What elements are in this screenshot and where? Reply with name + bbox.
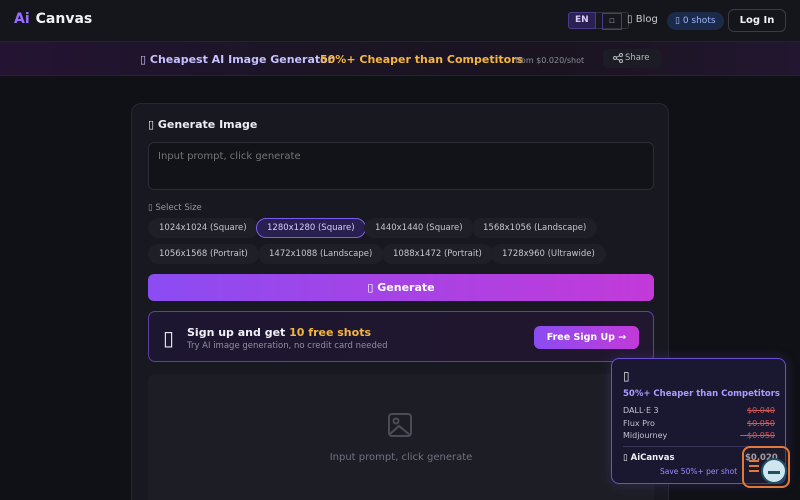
image-preview-area: Input prompt, click generate (148, 374, 654, 500)
signup-title-prefix: Sign up and get (187, 326, 286, 339)
fire-icon: ▯ (140, 53, 147, 66)
generator-title-text: Generate Image (157, 118, 258, 131)
lang-option-other[interactable]: ▫ (595, 12, 629, 30)
chat-bubble-icon (761, 458, 787, 484)
sparkle-icon: ▯ (148, 118, 155, 131)
signup-subtitle: Try AI image generation, no credit card … (187, 341, 388, 351)
free-signup-button[interactable]: Free Sign Up → (534, 326, 639, 349)
competitor-row: Midjourney ~$0.050 (623, 431, 775, 440)
blog-label: Blog (635, 14, 658, 25)
signup-title: Sign up and get 10 free shots (187, 326, 371, 339)
promo-title: ▯ Cheapest AI Image Generator (140, 53, 333, 66)
competitor-price: $0.050 (747, 419, 775, 428)
competitor-price: ~$0.050 (740, 431, 775, 440)
top-header: Ai Canvas EN ▫ ▯ Blog ▯ 0 shots Log In (0, 0, 800, 42)
logo-ai-text: Ai (14, 11, 30, 27)
size-label-text: Select Size (155, 203, 202, 213)
shots-count: 0 shots (682, 16, 716, 26)
book-icon: ▯ (627, 14, 633, 25)
image-placeholder-icon (388, 413, 412, 437)
bolt-icon: ▯ (623, 453, 628, 463)
shots-badge[interactable]: ▯ 0 shots (667, 12, 724, 30)
competitor-name: DALL·E 3 (623, 406, 659, 415)
logo[interactable]: Ai Canvas (14, 11, 92, 27)
size-option-1024x1024[interactable]: 1024x1024 (Square) (148, 218, 258, 238)
blog-link[interactable]: ▯ Blog (627, 14, 658, 25)
savings-note: Save 50%+ per shot (660, 467, 738, 476)
lang-option-en[interactable]: EN (568, 12, 596, 29)
generate-button[interactable]: ▯ Generate (148, 274, 654, 301)
support-chat-widget[interactable] (742, 446, 790, 488)
ruler-icon: ▯ (148, 203, 153, 213)
promo-title-text: Cheapest AI Image Generator (149, 53, 334, 66)
our-product-row: ▯ AiCanvas (623, 453, 675, 463)
size-option-1056x1568[interactable]: 1056x1568 (Portrait) (148, 244, 259, 264)
size-label: ▯ Select Size (148, 203, 202, 213)
competitor-row: Flux Pro $0.050 (623, 419, 775, 428)
promo-banner: ▯ Cheapest AI Image Generator 50%+ Cheap… (0, 42, 800, 76)
comparison-heading: 50%+ Cheaper than Competitors (623, 389, 780, 399)
promo-price-note: from $0.020/shot (515, 56, 585, 65)
size-option-1088x1472[interactable]: 1088x1472 (Portrait) (382, 244, 493, 264)
share-icon (613, 53, 623, 63)
signup-banner: ▯ Sign up and get 10 free shots Try AI i… (148, 311, 654, 362)
login-button[interactable]: Log In (728, 9, 786, 32)
share-label: Share (625, 53, 650, 63)
size-option-1280x1280[interactable]: 1280x1280 (Square) (256, 218, 366, 238)
generate-label: Generate (377, 281, 435, 294)
preview-placeholder-text: Input prompt, click generate (329, 452, 473, 463)
size-option-1472x1088[interactable]: 1472x1088 (Landscape) (258, 244, 384, 264)
wand-icon: ▯ (367, 281, 374, 294)
competitor-name: Flux Pro (623, 419, 655, 428)
share-button[interactable]: Share (603, 49, 661, 68)
menu-lines-icon (749, 460, 759, 475)
promo-highlight: 50%+ Cheaper than Competitors (320, 53, 524, 66)
generator-card: ▯ Generate Image ▯ Select Size 1024x1024… (131, 103, 669, 500)
competitor-name: Midjourney (623, 431, 668, 440)
spark-icon: ▯ (623, 369, 630, 383)
size-option-1440x1440[interactable]: 1440x1440 (Square) (364, 218, 474, 238)
competitor-price: $0.040 (747, 406, 775, 415)
size-option-1728x960[interactable]: 1728x960 (Ultrawide) (491, 244, 606, 264)
coin-icon: ▯ (675, 16, 680, 26)
signup-title-highlight: 10 free shots (289, 326, 371, 339)
gift-icon: ▯ (163, 326, 175, 350)
our-product-name: AiCanvas (630, 453, 675, 463)
size-option-1568x1056[interactable]: 1568x1056 (Landscape) (472, 218, 598, 238)
prompt-input[interactable] (148, 142, 654, 190)
language-switcher: EN ▫ (568, 12, 629, 30)
competitor-row: DALL·E 3 $0.040 (623, 406, 775, 415)
generator-title: ▯ Generate Image (148, 118, 257, 131)
logo-canvas-text: Canvas (35, 11, 93, 27)
globe-icon: ▫ (601, 13, 622, 30)
